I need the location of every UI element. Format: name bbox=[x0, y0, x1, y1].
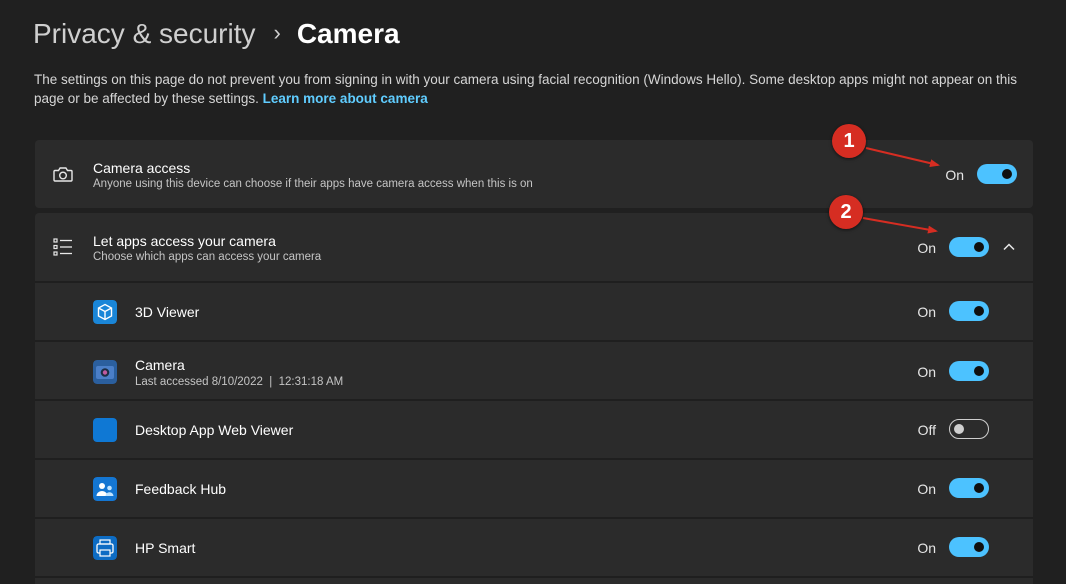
app-state: On bbox=[917, 481, 936, 497]
app-state: On bbox=[917, 540, 936, 556]
app-row-hp-smart: HP Smart On bbox=[35, 517, 1033, 576]
desktop-app-web-viewer-icon bbox=[93, 418, 117, 442]
app-state: On bbox=[917, 304, 936, 320]
app-last-accessed: Last accessed 8/10/2022 | 12:31:18 AM bbox=[135, 376, 344, 388]
camera-access-title: Camera access bbox=[93, 160, 191, 176]
app-row-3d-viewer: 3D Viewer On bbox=[35, 281, 1033, 340]
app-row-partial bbox=[35, 576, 1033, 584]
app-name: Feedback Hub bbox=[135, 481, 227, 497]
annotation-badge-2: 2 bbox=[829, 195, 863, 229]
annotation-badge-1: 1 bbox=[832, 124, 866, 158]
let-apps-subtitle: Choose which apps can access your camera bbox=[93, 251, 322, 263]
app-toggle[interactable] bbox=[949, 361, 989, 381]
toggle-knob bbox=[954, 424, 964, 434]
learn-more-link[interactable]: Learn more about camera bbox=[263, 91, 428, 106]
let-apps-access-card: Let apps access your camera Choose which… bbox=[35, 213, 1033, 584]
app-toggle[interactable] bbox=[949, 478, 989, 498]
toggle-knob bbox=[974, 542, 984, 552]
toggle-knob bbox=[974, 366, 984, 376]
camera-icon bbox=[53, 167, 73, 182]
let-apps-title: Let apps access your camera bbox=[93, 233, 276, 249]
let-apps-state: On bbox=[917, 240, 936, 256]
page-title: Camera bbox=[296, 18, 400, 49]
let-apps-access-row[interactable]: Let apps access your camera Choose which… bbox=[35, 213, 1033, 281]
let-apps-toggle[interactable] bbox=[949, 237, 989, 257]
toggle-knob bbox=[974, 242, 984, 252]
app-name: Camera bbox=[135, 357, 185, 373]
app-row-camera: Camera Last accessed 8/10/2022 | 12:31:1… bbox=[35, 340, 1033, 399]
app-name: HP Smart bbox=[135, 540, 196, 556]
camera-app-icon bbox=[93, 360, 117, 384]
description-text: The settings on this page do not prevent… bbox=[34, 72, 1018, 106]
app-toggle[interactable] bbox=[949, 419, 989, 439]
camera-access-subtitle: Anyone using this device can choose if t… bbox=[93, 178, 533, 190]
feedback-hub-icon bbox=[93, 477, 117, 501]
toggle-knob bbox=[1002, 169, 1012, 179]
camera-access-state: On bbox=[945, 167, 964, 183]
breadcrumb: Privacy & security › Camera bbox=[33, 16, 400, 52]
list-icon bbox=[53, 238, 72, 256]
3d-viewer-icon bbox=[93, 300, 117, 324]
app-name: 3D Viewer bbox=[135, 304, 200, 320]
app-row-desktop-app-web-viewer: Desktop App Web Viewer Off bbox=[35, 399, 1033, 458]
camera-access-card: Camera access Anyone using this device c… bbox=[35, 140, 1033, 208]
app-row-feedback-hub: Feedback Hub On bbox=[35, 458, 1033, 517]
breadcrumb-parent-link[interactable]: Privacy & security bbox=[33, 18, 256, 50]
toggle-knob bbox=[974, 483, 984, 493]
toggle-knob bbox=[974, 306, 984, 316]
camera-access-toggle[interactable] bbox=[977, 164, 1017, 184]
chevron-up-icon[interactable] bbox=[998, 236, 1020, 258]
app-state: On bbox=[917, 364, 936, 380]
hp-smart-icon bbox=[93, 536, 117, 560]
page-description: The settings on this page do not prevent… bbox=[34, 70, 1044, 108]
app-state: Off bbox=[917, 422, 936, 438]
chevron-right-icon: › bbox=[273, 20, 281, 45]
app-toggle[interactable] bbox=[949, 301, 989, 321]
app-toggle[interactable] bbox=[949, 537, 989, 557]
app-name: Desktop App Web Viewer bbox=[135, 422, 294, 438]
